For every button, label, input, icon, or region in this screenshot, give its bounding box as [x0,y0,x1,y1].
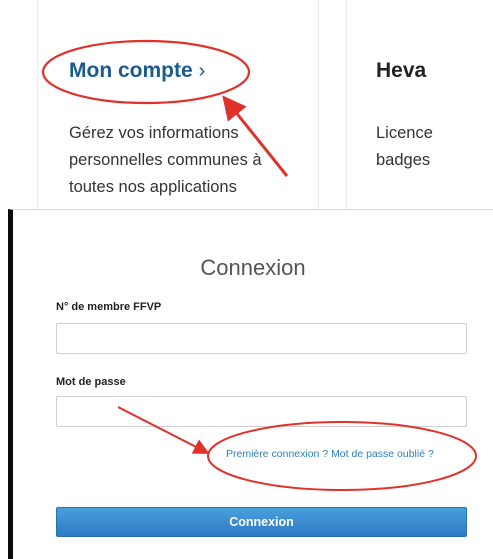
member-number-input[interactable] [56,323,467,354]
login-panel: Connexion N° de membre FFVP Mot de passe… [8,209,493,559]
heva-desc-line: badges [376,151,431,169]
password-label: Mot de passe [56,376,126,388]
member-number-label: N° de membre FFVP [56,301,162,313]
heva-card[interactable]: Heva Licence badges [346,0,493,212]
forgot-password-link[interactable]: Mot de passe oublié ? [331,448,434,460]
heva-desc-line: Licence [376,124,433,142]
account-desc-line: toutes nos applications [69,178,237,196]
first-login-link[interactable]: Première connexion ? [226,448,328,460]
password-input[interactable] [56,396,467,427]
login-heading: Connexion [200,255,306,280]
account-desc-line: Gérez vos informations [69,124,239,142]
account-card-title-text[interactable]: Mon compte [69,59,193,82]
apps-section: Mon compte › Gérez vos informations perso… [0,0,493,212]
chevron-right-icon: › [198,60,206,82]
help-links: Première connexion ? Mot de passe oublié… [226,448,434,460]
heva-card-title[interactable]: Heva [376,59,426,83]
account-card[interactable]: Mon compte › Gérez vos informations perso… [37,0,319,212]
account-card-description: Gérez vos informations personnelles comm… [69,120,262,201]
heva-card-description: Licence badges [376,120,433,174]
account-desc-line: personnelles communes à [69,151,262,169]
login-submit-button[interactable]: Connexion [56,507,467,537]
account-card-title[interactable]: Mon compte › [69,59,205,83]
